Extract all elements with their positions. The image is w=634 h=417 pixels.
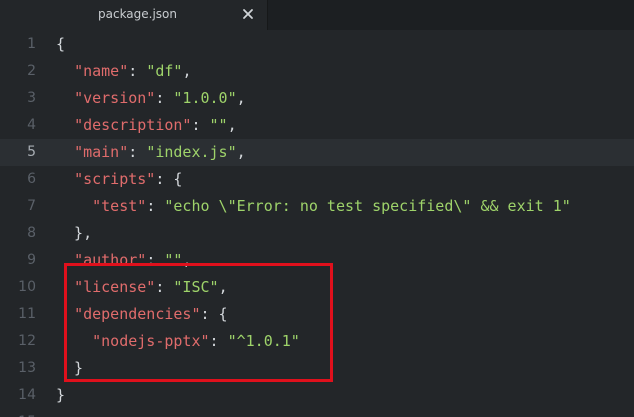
- code-token: "scripts": [74, 170, 156, 188]
- code-token: },: [56, 224, 93, 242]
- code-line[interactable]: 3 "version": "1.0.0",: [0, 85, 634, 112]
- line-number: 9: [27, 252, 36, 268]
- code-token: : {: [200, 305, 228, 323]
- close-icon[interactable]: [241, 6, 255, 20]
- code-token: "name": [74, 62, 129, 80]
- code-token: }: [56, 359, 84, 377]
- line-number: 13: [18, 360, 36, 376]
- code-text: "dependencies": {: [56, 301, 228, 328]
- code-line[interactable]: 1{: [0, 31, 634, 58]
- line-number: 15: [0, 409, 36, 417]
- code-token: "1.0.0": [173, 89, 237, 107]
- code-text: "nodejs-pptx": "^1.0.1": [56, 328, 300, 355]
- code-line[interactable]: 8 },: [0, 220, 634, 247]
- code-area[interactable]: 1{2 "name": "df", 3 "version": "1.0.0", 4 …: [0, 31, 634, 417]
- code-text: "author": "",: [56, 247, 191, 274]
- code-token: "": [164, 251, 183, 269]
- code-token: {: [56, 35, 66, 53]
- code-token: }: [56, 386, 66, 404]
- code-token: "": [209, 116, 228, 134]
- code-token: :: [155, 278, 174, 296]
- code-token: "test": [92, 197, 147, 215]
- line-number: 5: [27, 144, 36, 160]
- line-number: 3: [27, 90, 36, 106]
- code-line[interactable]: 12 "nodejs-pptx": "^1.0.1": [0, 328, 634, 355]
- line-number: 12: [18, 333, 36, 349]
- code-text: "main": "index.js",: [56, 139, 246, 166]
- code-token: "ISC": [173, 278, 219, 296]
- code-token: :: [209, 332, 228, 350]
- line-number: 1: [27, 36, 36, 52]
- code-text: {: [56, 31, 65, 58]
- code-line[interactable]: 10 "license": "ISC",: [0, 274, 634, 301]
- code-text: "license": "ISC",: [56, 274, 228, 301]
- code-line[interactable]: 15: [0, 409, 634, 417]
- code-text: }: [56, 355, 83, 382]
- code-line[interactable]: 6 "scripts": {: [0, 166, 634, 193]
- code-line[interactable]: 2 "name": "df",: [0, 58, 634, 85]
- code-text: "test": "echo \"Error: no test specified…: [56, 193, 571, 220]
- tab-title: package.json: [98, 7, 178, 21]
- code-token: "nodejs-pptx": [92, 332, 210, 350]
- code-token: "index.js": [146, 143, 237, 161]
- line-number: 4: [27, 117, 36, 133]
- code-line[interactable]: 9 "author": "",: [0, 247, 634, 274]
- code-token: "license": [74, 278, 156, 296]
- code-token: "author": [74, 251, 147, 269]
- line-number: 8: [27, 225, 36, 241]
- code-token: "dependencies": [74, 305, 201, 323]
- code-token: "description": [74, 116, 192, 134]
- tab-bar: package.json: [0, 0, 634, 30]
- code-token: ,: [218, 278, 228, 296]
- code-text: },: [56, 220, 92, 247]
- code-text: }: [56, 382, 65, 409]
- line-number: 6: [27, 171, 36, 187]
- code-token: "^1.0.1": [227, 332, 300, 350]
- code-text: "name": "df",: [56, 58, 191, 85]
- code-line[interactable]: 4 "description": "",: [0, 112, 634, 139]
- line-number: 14: [18, 387, 36, 403]
- code-text: "description": "",: [56, 112, 237, 139]
- line-number: 10: [18, 279, 36, 295]
- code-line[interactable]: 7 "test": "echo \"Error: no test specifi…: [0, 193, 634, 220]
- line-number: 2: [27, 63, 36, 79]
- code-token: ,: [182, 62, 192, 80]
- line-number: 11: [18, 306, 36, 322]
- code-token: "df": [146, 62, 183, 80]
- code-token: :: [191, 116, 210, 134]
- code-token: "version": [74, 89, 156, 107]
- code-editor: package.json 1{2 "name": "df", 3 "version…: [0, 0, 634, 417]
- code-token: :: [146, 251, 165, 269]
- code-token: :: [128, 62, 147, 80]
- code-text: "version": "1.0.0",: [56, 85, 246, 112]
- code-token: "main": [74, 143, 129, 161]
- code-token: ,: [227, 116, 237, 134]
- code-token: : {: [155, 170, 183, 188]
- code-token: ,: [182, 251, 192, 269]
- line-number: 7: [27, 198, 36, 214]
- code-token: "echo \"Error: no test specified\" && ex…: [164, 197, 571, 215]
- code-line[interactable]: 13 }: [0, 355, 634, 382]
- code-text: "scripts": {: [56, 166, 182, 193]
- code-line[interactable]: 14}: [0, 382, 634, 409]
- code-token: ,: [236, 89, 246, 107]
- tab-package-json[interactable]: package.json: [0, 0, 268, 30]
- code-line[interactable]: 5 "main": "index.js",: [0, 139, 634, 166]
- code-token: :: [155, 89, 174, 107]
- code-token: ,: [236, 143, 246, 161]
- code-token: :: [146, 197, 165, 215]
- code-token: :: [128, 143, 147, 161]
- code-line[interactable]: 11 "dependencies": {: [0, 301, 634, 328]
